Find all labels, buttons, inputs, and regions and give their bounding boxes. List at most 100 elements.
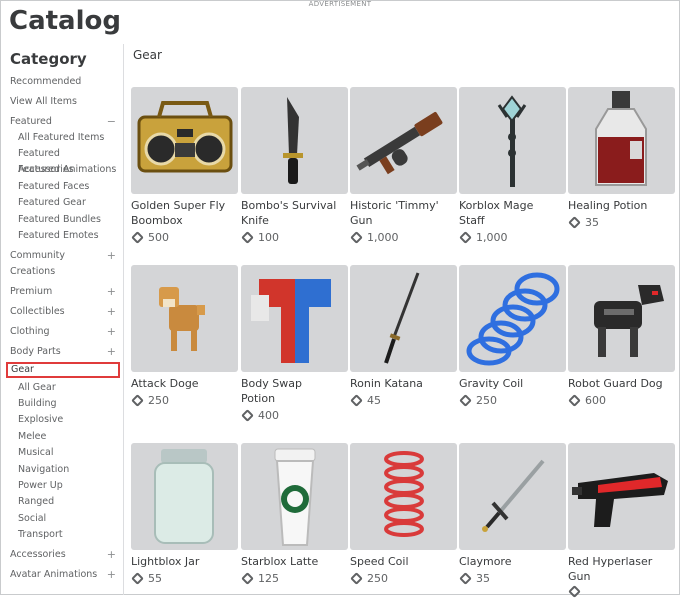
item-name[interactable]: Attack Doge xyxy=(131,376,238,391)
sidebar-item-building[interactable]: Building xyxy=(18,396,118,412)
item-card[interactable]: Claymore 35 xyxy=(459,443,566,585)
item-price-value: 100 xyxy=(258,231,279,244)
expand-icon[interactable]: + xyxy=(107,344,116,360)
sidebar-item-creations[interactable]: Creations xyxy=(10,264,116,280)
sidebar-item-featured-gear[interactable]: Featured Gear xyxy=(18,195,118,211)
sidebar-item-label: Community xyxy=(10,250,65,261)
item-price-value: 35 xyxy=(585,216,599,229)
sidebar-item-featured-bundles[interactable]: Featured Bundles xyxy=(18,212,118,228)
doge-icon[interactable] xyxy=(131,265,238,372)
sidebar-item-community[interactable]: Community + xyxy=(10,248,116,264)
robot-dog-icon[interactable] xyxy=(568,265,675,372)
sidebar-item-all-featured-items[interactable]: All Featured Items xyxy=(18,130,118,146)
item-name[interactable]: Healing Potion xyxy=(568,198,675,213)
red-coil-icon[interactable] xyxy=(350,443,457,550)
sidebar-item-label: All Featured Items xyxy=(18,132,105,143)
katana-icon[interactable] xyxy=(350,265,457,372)
item-name[interactable]: Bombo's Survival Knife xyxy=(241,198,348,228)
expand-icon[interactable]: + xyxy=(107,248,116,264)
sidebar-item-navigation[interactable]: Navigation xyxy=(18,462,118,478)
item-name[interactable]: Speed Coil xyxy=(350,554,457,569)
item-name-line: Healing Potion xyxy=(568,199,648,212)
collapse-icon[interactable]: − xyxy=(107,114,116,130)
body-swap-icon[interactable] xyxy=(241,265,348,372)
blue-coil-icon[interactable] xyxy=(459,265,566,372)
item-name[interactable]: Red Hyperlaser Gun xyxy=(568,554,675,584)
item-name[interactable]: Historic 'Timmy' Gun xyxy=(350,198,457,228)
item-card[interactable]: Starblox Latte 125 xyxy=(241,443,348,585)
expand-icon[interactable]: + xyxy=(107,567,116,583)
sidebar-item-gear[interactable]: Gear xyxy=(6,362,120,378)
sidebar-item-label: All Gear xyxy=(18,382,56,393)
jar-icon[interactable] xyxy=(131,443,238,550)
item-card[interactable]: Lightblox Jar 55 xyxy=(131,443,238,585)
item-name-line: Boombox xyxy=(131,214,183,227)
category-heading: Category xyxy=(10,50,87,68)
staff-icon[interactable] xyxy=(459,87,566,194)
item-price-value: 400 xyxy=(258,409,279,422)
sidebar-item-transport[interactable]: Transport xyxy=(18,527,118,543)
sidebar-item-featured-emotes[interactable]: Featured Emotes xyxy=(18,228,118,244)
sidebar-item-label: Building xyxy=(18,398,57,409)
item-card[interactable]: Ronin Katana 45 xyxy=(350,265,457,407)
item-name[interactable]: Claymore xyxy=(459,554,566,569)
item-name-line: Potion xyxy=(241,392,276,405)
item-name-line: Gun xyxy=(568,570,591,583)
item-card[interactable]: Golden Super Fly Boombox 500 xyxy=(131,87,238,244)
sidebar-item-body-parts[interactable]: Body Parts + xyxy=(10,344,116,360)
sidebar-item-melee[interactable]: Melee xyxy=(18,429,118,445)
sidebar-item-avatar-animations[interactable]: Avatar Animations + xyxy=(10,567,116,583)
sidebar-item-clothing[interactable]: Clothing + xyxy=(10,324,116,340)
item-card[interactable]: Gravity Coil 250 xyxy=(459,265,566,407)
sidebar-item-label: Body Parts xyxy=(10,346,61,357)
item-name[interactable]: Gravity Coil xyxy=(459,376,566,391)
tommy-gun-icon[interactable] xyxy=(350,87,457,194)
expand-icon[interactable]: + xyxy=(107,284,116,300)
item-card[interactable]: Speed Coil 250 xyxy=(350,443,457,585)
item-card[interactable]: Healing Potion 35 xyxy=(568,87,675,229)
item-name[interactable]: Body Swap Potion xyxy=(241,376,348,406)
sidebar-item-premium[interactable]: Premium + xyxy=(10,284,116,300)
item-card[interactable]: Body Swap Potion 400 xyxy=(241,265,348,422)
sidebar-item-label: Creations xyxy=(10,266,56,277)
sidebar-item-view-all-items[interactable]: View All Items xyxy=(10,94,116,110)
item-card[interactable]: Red Hyperlaser Gun xyxy=(568,443,675,598)
sidebar-item-label: Featured Gear xyxy=(18,197,86,208)
potion-icon[interactable] xyxy=(568,87,675,194)
expand-icon[interactable]: + xyxy=(107,324,116,340)
robux-icon xyxy=(459,394,472,407)
sidebar-item-accessories[interactable]: Accessories + xyxy=(10,547,116,563)
item-name[interactable]: Golden Super Fly Boombox xyxy=(131,198,238,228)
sidebar-item-featured-faces[interactable]: Featured Faces xyxy=(18,179,118,195)
sidebar-item-musical[interactable]: Musical xyxy=(18,445,118,461)
item-card[interactable]: Historic 'Timmy' Gun 1,000 xyxy=(350,87,457,244)
sidebar-item-explosive[interactable]: Explosive xyxy=(18,412,118,428)
claymore-icon[interactable] xyxy=(459,443,566,550)
sidebar-item-collectibles[interactable]: Collectibles + xyxy=(10,304,116,320)
item-name[interactable]: Korblox Mage Staff xyxy=(459,198,566,228)
item-card[interactable]: Bombo's Survival Knife 100 xyxy=(241,87,348,244)
sidebar-item-label: View All Items xyxy=(10,96,77,107)
knife-icon[interactable] xyxy=(241,87,348,194)
expand-icon[interactable]: + xyxy=(107,547,116,563)
item-name[interactable]: Robot Guard Dog xyxy=(568,376,675,391)
item-name[interactable]: Starblox Latte xyxy=(241,554,348,569)
sidebar-item-all-gear[interactable]: All Gear xyxy=(18,380,118,396)
boombox-icon[interactable] xyxy=(131,87,238,194)
sidebar-item-recommended[interactable]: Recommended xyxy=(10,74,116,90)
sidebar-item-ranged[interactable]: Ranged xyxy=(18,494,118,510)
item-price: 35 xyxy=(459,572,566,585)
sidebar-item-featured-accessories[interactable]: Featured Accessories xyxy=(18,146,118,175)
sidebar-item-power-up[interactable]: Power Up xyxy=(18,478,118,494)
item-name[interactable]: Lightblox Jar xyxy=(131,554,238,569)
sidebar-item-featured[interactable]: Featured − xyxy=(10,114,116,130)
item-card[interactable]: Robot Guard Dog 600 xyxy=(568,265,675,407)
sidebar-item-social[interactable]: Social xyxy=(18,511,118,527)
latte-icon[interactable] xyxy=(241,443,348,550)
item-name[interactable]: Ronin Katana xyxy=(350,376,457,391)
sidebar-item-featured-animations[interactable]: Featured Animations xyxy=(18,162,118,178)
item-card[interactable]: Attack Doge 250 xyxy=(131,265,238,407)
laser-gun-icon[interactable] xyxy=(568,443,675,550)
expand-icon[interactable]: + xyxy=(107,304,116,320)
item-card[interactable]: Korblox Mage Staff 1,000 xyxy=(459,87,566,244)
